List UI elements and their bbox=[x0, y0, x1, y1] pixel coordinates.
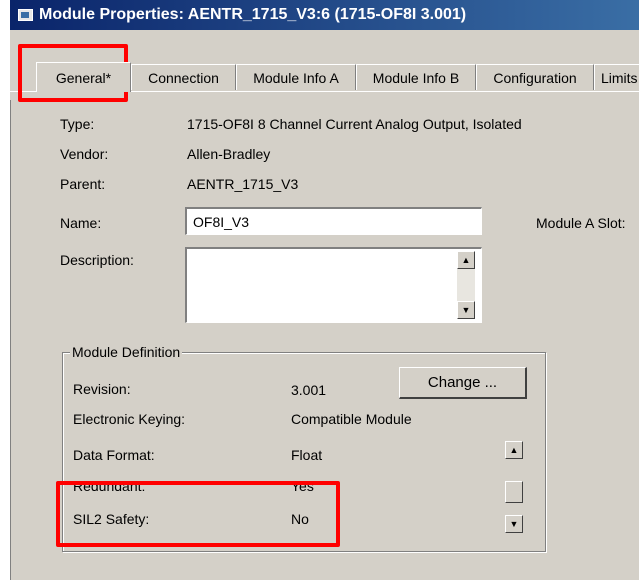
scrollbar-thumb[interactable] bbox=[505, 481, 523, 503]
revision-value: 3.001 bbox=[291, 382, 327, 398]
window-icon bbox=[18, 9, 33, 21]
name-label: Name: bbox=[60, 215, 102, 231]
slot-label: Module A Slot: bbox=[536, 215, 626, 231]
module-definition-scrollbar[interactable]: ▲ ▼ bbox=[505, 441, 523, 539]
tab-general[interactable]: General* bbox=[36, 62, 131, 92]
description-scrollbar[interactable]: ▲ ▼ bbox=[457, 251, 475, 319]
title-bar[interactable]: Module Properties: AENTR_1715_V3:6 (1715… bbox=[10, 0, 639, 30]
scroll-up-icon[interactable]: ▲ bbox=[505, 441, 523, 459]
tab-configuration[interactable]: Configuration bbox=[476, 64, 594, 90]
electronic-keying-label: Electronic Keying: bbox=[73, 411, 186, 427]
tab-module-info-a[interactable]: Module Info A bbox=[236, 64, 356, 90]
type-label: Type: bbox=[60, 116, 95, 132]
parent-value: AENTR_1715_V3 bbox=[187, 176, 299, 192]
highlight-sil2-safety bbox=[56, 481, 340, 547]
name-input[interactable] bbox=[185, 207, 482, 235]
vendor-value: Allen-Bradley bbox=[187, 146, 271, 162]
revision-label: Revision: bbox=[73, 381, 131, 397]
window-bottom-edge bbox=[0, 580, 639, 586]
tab-module-info-b[interactable]: Module Info B bbox=[356, 64, 476, 90]
vendor-label: Vendor: bbox=[60, 146, 109, 162]
scroll-up-icon[interactable]: ▲ bbox=[457, 251, 475, 269]
tab-strip: General* Connection Module Info A Module… bbox=[10, 30, 639, 100]
change-button[interactable]: Change ... bbox=[399, 367, 527, 399]
module-definition-title: Module Definition bbox=[70, 344, 183, 360]
type-value: 1715-OF8I 8 Channel Current Analog Outpu… bbox=[187, 116, 522, 132]
parent-label: Parent: bbox=[60, 176, 106, 192]
data-format-label: Data Format: bbox=[73, 447, 155, 463]
tab-limits[interactable]: Limits bbox=[594, 64, 639, 90]
tab-connection[interactable]: Connection bbox=[131, 64, 236, 90]
window-title: Module Properties: AENTR_1715_V3:6 (1715… bbox=[39, 6, 467, 23]
scroll-down-icon[interactable]: ▼ bbox=[505, 515, 523, 533]
scroll-down-icon[interactable]: ▼ bbox=[457, 301, 475, 319]
data-format-value: Float bbox=[291, 447, 323, 463]
description-textarea[interactable]: ▲ ▼ bbox=[185, 247, 482, 323]
description-label: Description: bbox=[60, 252, 134, 268]
electronic-keying-value: Compatible Module bbox=[291, 411, 412, 427]
